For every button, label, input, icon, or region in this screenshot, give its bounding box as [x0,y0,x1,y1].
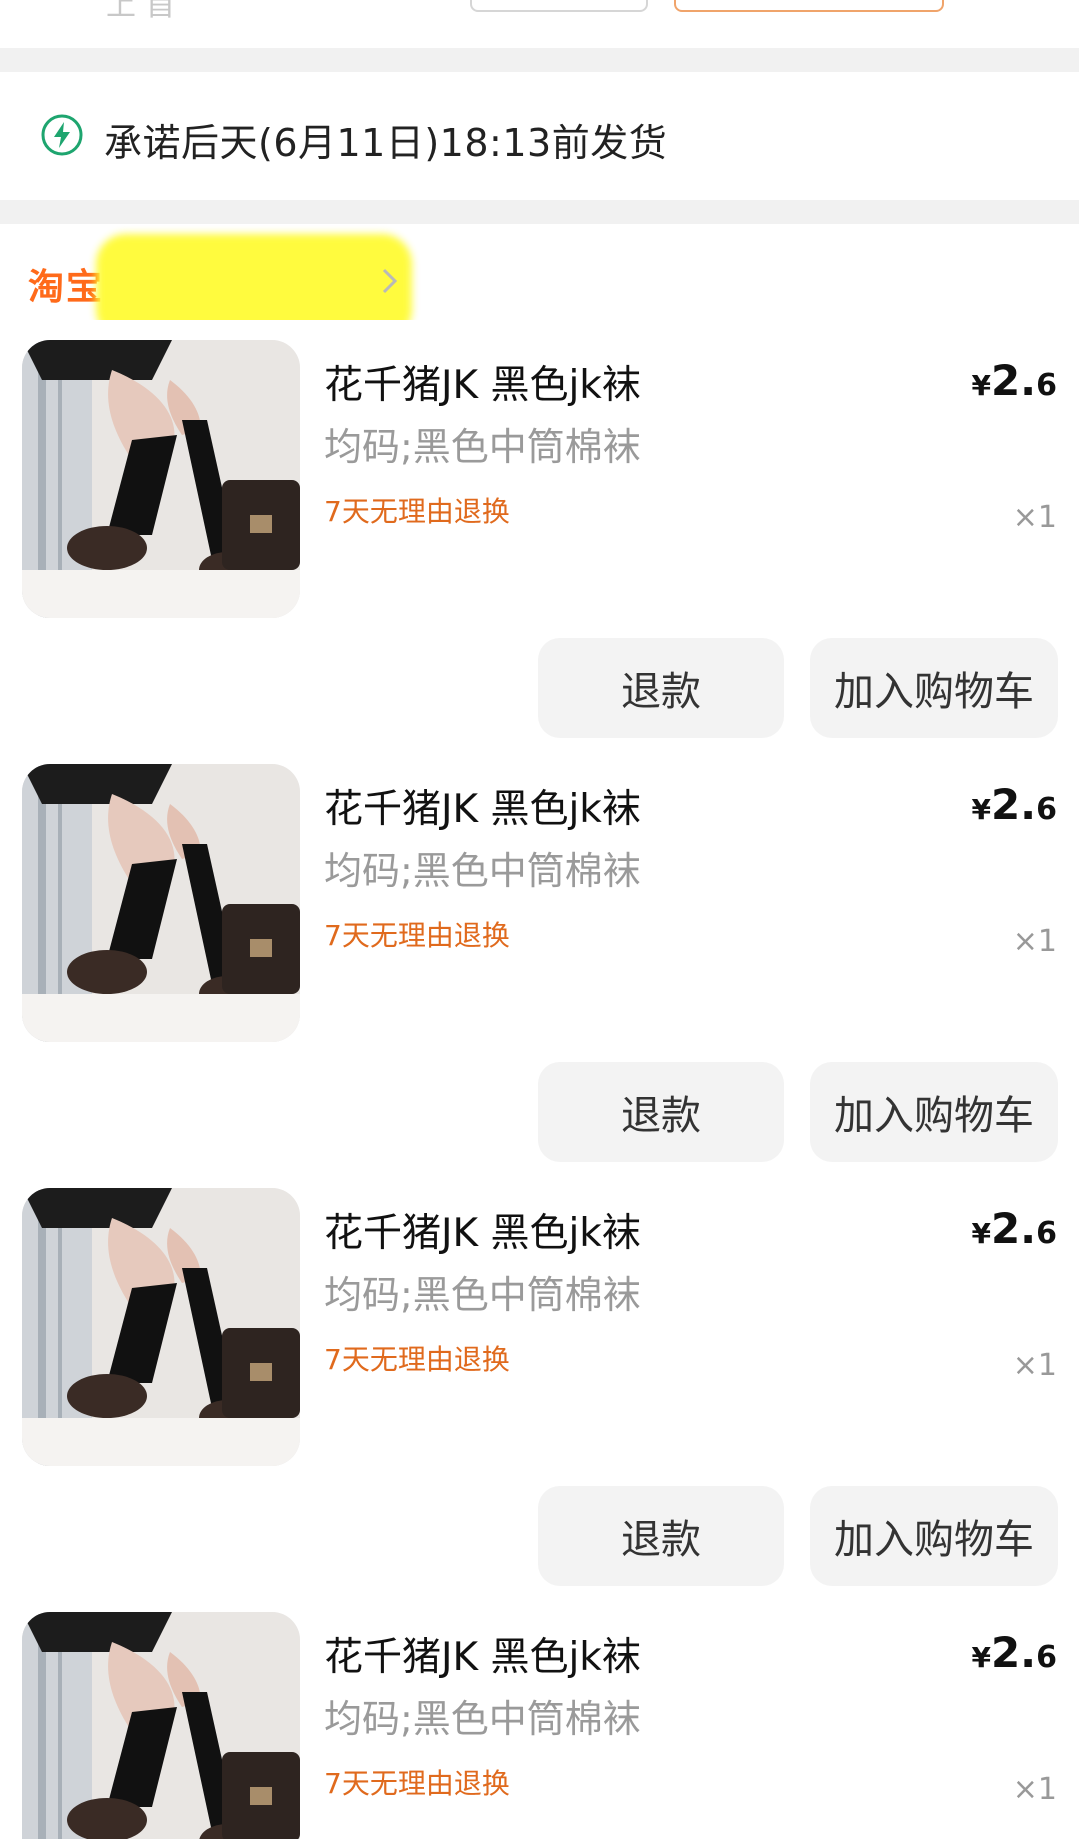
sock-photo [22,1188,300,1466]
product-price: ¥2.6 [971,356,1057,405]
product-thumbnail[interactable] [22,1188,300,1466]
return-policy-badge: 7天无理由退换 [324,919,510,952]
refund-button[interactable]: 退款 [538,1486,784,1586]
section-divider [0,200,1079,224]
product-quantity: ×1 [1012,500,1057,535]
lightning-bolt-icon [41,114,83,156]
order-detail-page: 上 首 承诺后天(6月11日)18:13前发货 淘宝 花千猪JK 黑色jk袜 均… [0,0,1079,1839]
product-price: ¥2.6 [971,1204,1057,1253]
delivery-promise-text: 承诺后天(6月11日)18:13前发货 [104,121,668,165]
add-to-cart-button[interactable]: 加入购物车 [810,1486,1058,1586]
currency-symbol: ¥ [971,793,991,826]
price-integer: 2. [990,1204,1037,1253]
sock-photo [22,1612,300,1839]
product-quantity: ×1 [1012,1772,1057,1807]
price-decimal: 6 [1036,1640,1057,1675]
product-quantity: ×1 [1012,924,1057,959]
product-sku: 均码;黑色中筒棉袜 [324,425,641,469]
product-thumbnail[interactable] [22,1612,300,1839]
top-primary-button[interactable] [674,0,944,12]
product-quantity: ×1 [1012,1348,1057,1383]
order-item: 花千猪JK 黑色jk袜 均码;黑色中筒棉袜 7天无理由退换 ¥2.6 ×1 [0,1592,1079,1839]
refund-button[interactable]: 退款 [538,1062,784,1162]
product-price: ¥2.6 [971,1628,1057,1677]
price-integer: 2. [990,1628,1037,1677]
currency-symbol: ¥ [971,1217,991,1250]
price-decimal: 6 [1036,1216,1057,1251]
return-policy-badge: 7天无理由退换 [324,1767,510,1800]
product-thumbnail[interactable] [22,340,300,618]
price-integer: 2. [990,356,1037,405]
top-action-strip: 上 首 [0,0,1079,48]
sock-photo [22,340,300,618]
product-sku: 均码;黑色中筒棉袜 [324,1697,641,1741]
product-title[interactable]: 花千猪JK 黑色jk袜 [324,354,641,410]
price-decimal: 6 [1036,368,1057,403]
product-price: ¥2.6 [971,780,1057,829]
top-partial-text: 上 首 [106,0,176,23]
product-sku: 均码;黑色中筒棉袜 [324,1273,641,1317]
taobao-logo: 淘宝 [28,267,105,308]
return-policy-badge: 7天无理由退换 [324,495,510,528]
product-sku: 均码;黑色中筒棉袜 [324,849,641,893]
currency-symbol: ¥ [971,1641,991,1674]
order-item: 花千猪JK 黑色jk袜 均码;黑色中筒棉袜 7天无理由退换 ¥2.6 ×1 退款… [0,320,1079,744]
product-thumbnail[interactable] [22,764,300,1042]
refund-button[interactable]: 退款 [538,638,784,738]
product-title[interactable]: 花千猪JK 黑色jk袜 [324,778,641,834]
top-secondary-button[interactable] [470,0,648,12]
delivery-promise-row: 承诺后天(6月11日)18:13前发货 [0,72,1079,200]
product-title[interactable]: 花千猪JK 黑色jk袜 [324,1626,641,1682]
currency-symbol: ¥ [971,369,991,402]
order-item: 花千猪JK 黑色jk袜 均码;黑色中筒棉袜 7天无理由退换 ¥2.6 ×1 退款… [0,1168,1079,1592]
shop-header[interactable]: 淘宝 [0,224,1079,340]
price-integer: 2. [990,780,1037,829]
order-item: 花千猪JK 黑色jk袜 均码;黑色中筒棉袜 7天无理由退换 ¥2.6 ×1 退款… [0,744,1079,1168]
add-to-cart-button[interactable]: 加入购物车 [810,1062,1058,1162]
add-to-cart-button[interactable]: 加入购物车 [810,638,1058,738]
product-title[interactable]: 花千猪JK 黑色jk袜 [324,1202,641,1258]
section-divider [0,48,1079,72]
chevron-right-icon[interactable] [380,266,400,296]
return-policy-badge: 7天无理由退换 [324,1343,510,1376]
sock-photo [22,764,300,1042]
price-decimal: 6 [1036,792,1057,827]
